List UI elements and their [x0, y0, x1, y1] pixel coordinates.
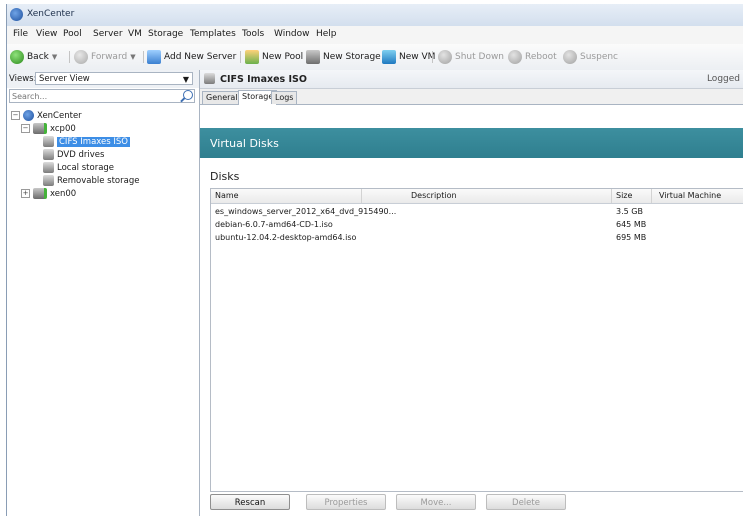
- server-icon: [33, 123, 47, 134]
- toolbar-separator: [432, 51, 433, 63]
- toolbar-separator: [240, 51, 241, 63]
- toolbar-separator: [69, 51, 70, 63]
- xencenter-logo-icon: [10, 8, 23, 21]
- views-row: Views: Server View ▼: [7, 70, 199, 88]
- window-title: XenCenter: [27, 9, 75, 19]
- title-bar: XenCenter: [7, 4, 743, 27]
- column-header-description[interactable]: Description: [411, 191, 457, 200]
- banner-title: Virtual Disks: [210, 137, 279, 150]
- tree-node-xencenter[interactable]: − XenCenter: [11, 109, 82, 122]
- shut-down-button[interactable]: Shut Down: [438, 49, 504, 65]
- pool-icon: [245, 50, 259, 64]
- storage-icon: [306, 50, 320, 64]
- forward-arrow-icon: [74, 50, 88, 64]
- chevron-down-icon[interactable]: ▼: [130, 53, 135, 61]
- disk-name: debian-6.0.7-amd64-CD-1.iso: [215, 220, 333, 229]
- menu-templates[interactable]: Templates: [190, 29, 236, 39]
- tab-strip: General Storage Logs: [200, 89, 743, 105]
- disk-name: es_windows_server_2012_x64_dvd_915490...: [215, 207, 397, 216]
- power-icon: [438, 50, 452, 64]
- vm-icon: [382, 50, 396, 64]
- column-header-size[interactable]: Size: [616, 191, 632, 200]
- properties-button[interactable]: Properties: [306, 494, 386, 510]
- toolbar: Back ▼ Forward ▼ Add New Server New Pool…: [7, 44, 743, 71]
- search-input[interactable]: [9, 89, 195, 103]
- forward-button[interactable]: Forward ▼: [74, 49, 136, 65]
- menu-file[interactable]: File: [13, 29, 28, 39]
- column-divider: [651, 189, 652, 203]
- chevron-down-icon: ▼: [182, 75, 189, 84]
- toolbar-separator: [143, 51, 144, 63]
- object-header: CIFS Imaxes ISO Logged: [200, 70, 743, 89]
- menu-tools[interactable]: Tools: [242, 29, 264, 39]
- removable-storage-icon: [43, 175, 54, 186]
- menu-window[interactable]: Window: [274, 29, 310, 39]
- server-icon: [33, 188, 47, 199]
- chevron-down-icon[interactable]: ▼: [52, 53, 57, 61]
- disk-name: ubuntu-12.04.2-desktop-amd64.iso: [215, 233, 357, 242]
- back-arrow-icon: [10, 50, 24, 64]
- views-label: Views:: [9, 74, 37, 84]
- tree-node-dvd-drives[interactable]: DVD drives: [43, 148, 104, 161]
- pause-icon: [563, 50, 577, 64]
- storage-repository-icon: [43, 136, 54, 147]
- back-button[interactable]: Back ▼: [10, 49, 57, 65]
- expand-icon[interactable]: +: [21, 189, 30, 198]
- table-row[interactable]: es_windows_server_2012_x64_dvd_915490...…: [211, 205, 743, 218]
- menu-pool[interactable]: Pool: [63, 29, 82, 39]
- delete-button[interactable]: Delete: [486, 494, 566, 510]
- collapse-icon[interactable]: −: [11, 111, 20, 120]
- column-divider: [361, 189, 362, 203]
- virtual-disks-banner: Virtual Disks: [200, 128, 743, 158]
- disk-action-bar: Rescan Properties Move... Delete: [210, 494, 743, 512]
- table-header: Name Description Size Virtual Machine: [211, 189, 743, 204]
- move-button[interactable]: Move...: [396, 494, 476, 510]
- column-header-virtual-machine[interactable]: Virtual Machine: [659, 191, 721, 200]
- content-pane: CIFS Imaxes ISO Logged General Storage L…: [200, 70, 743, 516]
- tab-logs[interactable]: Logs: [271, 91, 298, 104]
- disks-section-title: Disks: [210, 170, 240, 183]
- object-title: CIFS Imaxes ISO: [220, 74, 307, 85]
- suspend-button[interactable]: Suspenc: [563, 49, 618, 65]
- dvd-drive-icon: [43, 149, 54, 160]
- new-vm-button[interactable]: New VM: [382, 49, 435, 65]
- storage-repository-icon: [204, 73, 215, 84]
- reboot-button[interactable]: Reboot: [508, 49, 557, 65]
- table-row[interactable]: debian-6.0.7-amd64-CD-1.iso 645 MB: [211, 218, 743, 231]
- new-storage-button[interactable]: New Storage: [306, 49, 381, 65]
- disks-table: Name Description Size Virtual Machine es…: [210, 188, 743, 492]
- disk-size: 645 MB: [616, 220, 647, 229]
- add-new-server-button[interactable]: Add New Server: [147, 49, 236, 65]
- table-row[interactable]: ubuntu-12.04.2-desktop-amd64.iso 695 MB: [211, 231, 743, 244]
- rescan-button[interactable]: Rescan: [210, 494, 290, 510]
- menu-vm[interactable]: VM: [128, 29, 142, 39]
- menu-help[interactable]: Help: [316, 29, 337, 39]
- disk-size: 3.5 GB: [616, 207, 643, 216]
- navigation-pane: Views: Server View ▼ − XenCenter − xcp00: [7, 70, 200, 516]
- menu-view[interactable]: View: [36, 29, 57, 39]
- reboot-icon: [508, 50, 522, 64]
- new-pool-button[interactable]: New Pool: [245, 49, 303, 65]
- storage-repository-icon: [43, 162, 54, 173]
- collapse-icon[interactable]: −: [21, 124, 30, 133]
- column-header-name[interactable]: Name: [215, 191, 239, 200]
- search-icon[interactable]: [183, 90, 193, 100]
- menu-storage[interactable]: Storage: [148, 29, 183, 39]
- tree-node-xen00[interactable]: + xen00: [21, 187, 76, 200]
- menu-server[interactable]: Server: [93, 29, 123, 39]
- xencenter-icon: [23, 110, 34, 121]
- logged-in-status: Logged: [706, 74, 740, 84]
- tree-node-xcp00[interactable]: − xcp00: [21, 122, 76, 135]
- xencenter-window: XenCenter File View Pool Server VM Stora…: [6, 4, 743, 516]
- views-dropdown[interactable]: Server View ▼: [35, 72, 193, 85]
- search-row: [7, 88, 199, 105]
- column-divider: [611, 189, 612, 203]
- tree-node-local-storage[interactable]: Local storage: [43, 161, 114, 174]
- tab-general[interactable]: General: [202, 91, 242, 104]
- tree-node-cifs-imaxes-iso[interactable]: CIFS Imaxes ISO: [43, 135, 130, 148]
- menu-bar: File View Pool Server VM Storage Templat…: [7, 26, 743, 44]
- tree-node-removable-storage[interactable]: Removable storage: [43, 174, 139, 187]
- disk-size: 695 MB: [616, 233, 647, 242]
- add-server-icon: [147, 50, 161, 64]
